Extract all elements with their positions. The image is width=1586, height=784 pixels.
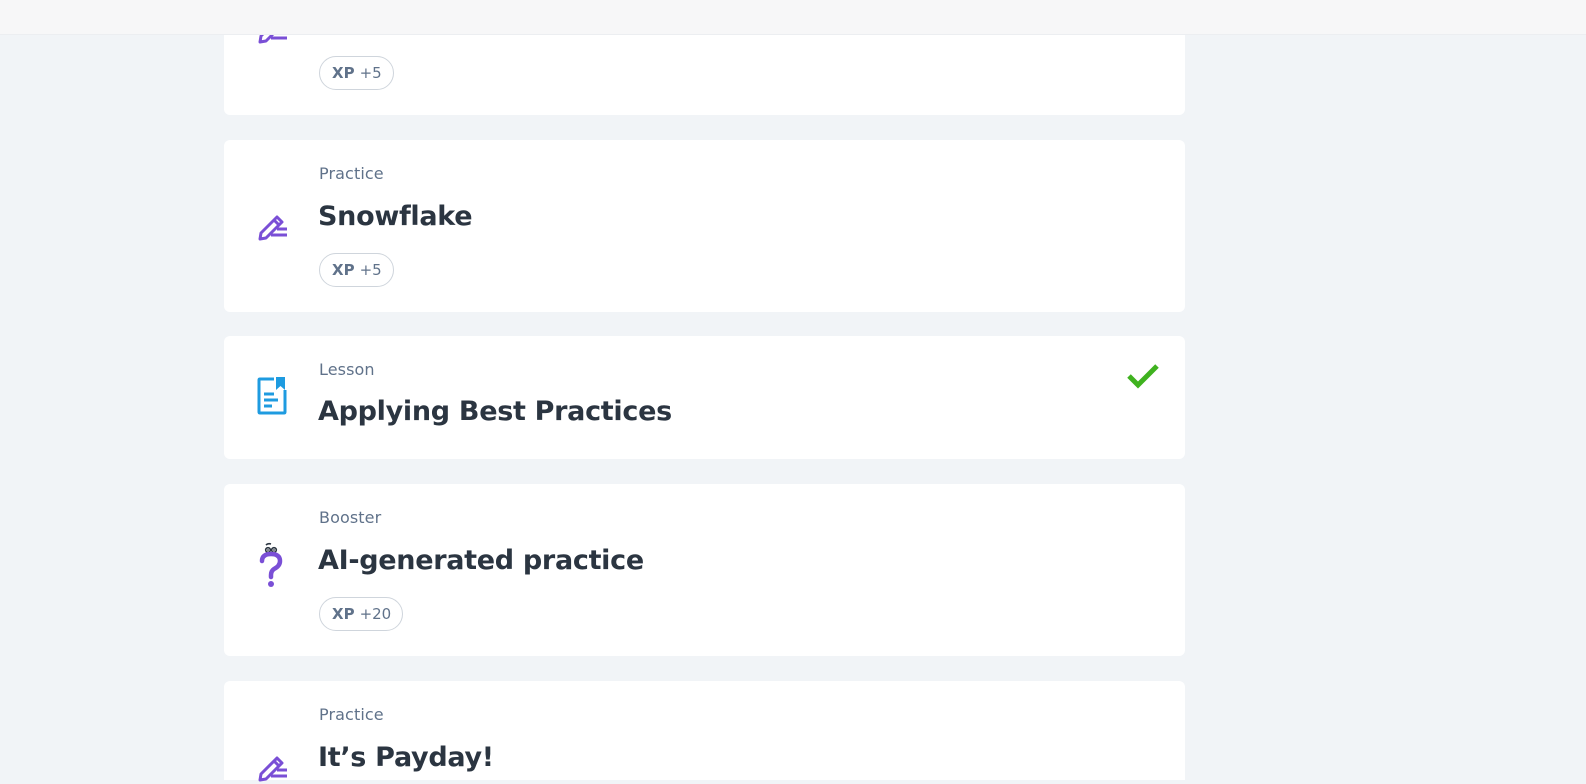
exercise-title: Snowflake — [318, 201, 473, 232]
pencil-icon — [254, 207, 290, 243]
pencil-icon — [254, 748, 290, 784]
xp-value: +20 — [359, 605, 392, 623]
exercise-title: AI-generated practice — [318, 545, 644, 576]
question-mark-icon — [254, 542, 290, 587]
exercise-card-lesson[interactable]: Lesson Applying Best Practices — [224, 336, 1185, 459]
exercise-card-practice[interactable]: Practice Snowflake XP +5 — [224, 140, 1185, 312]
xp-label: XP — [332, 261, 355, 279]
top-bar — [0, 0, 1586, 35]
exercise-type-label: Lesson — [319, 360, 375, 379]
xp-badge: XP +5 — [319, 56, 394, 90]
exercise-title: Applying Best Practices — [318, 396, 672, 427]
xp-label: XP — [332, 605, 355, 623]
completed-check-icon — [1125, 358, 1161, 394]
xp-value: +5 — [359, 261, 382, 279]
exercise-card-practice[interactable]: Practice It’s Payday! — [224, 681, 1185, 782]
exercise-title: It’s Payday! — [318, 742, 494, 773]
exercise-type-label: Practice — [319, 705, 384, 724]
xp-label: XP — [332, 64, 355, 82]
course-content-list: XP +5 Practice Snowflake XP +5 Lesson Ap… — [0, 0, 1586, 782]
exercise-card-booster[interactable]: Booster AI-generated practice XP +20 — [224, 484, 1185, 656]
xp-value: +5 — [359, 64, 382, 82]
exercise-type-label: Practice — [319, 164, 384, 183]
xp-badge: XP +20 — [319, 597, 404, 631]
exercise-type-label: Booster — [319, 508, 382, 527]
xp-badge: XP +5 — [319, 253, 394, 287]
lesson-document-icon — [254, 377, 290, 415]
